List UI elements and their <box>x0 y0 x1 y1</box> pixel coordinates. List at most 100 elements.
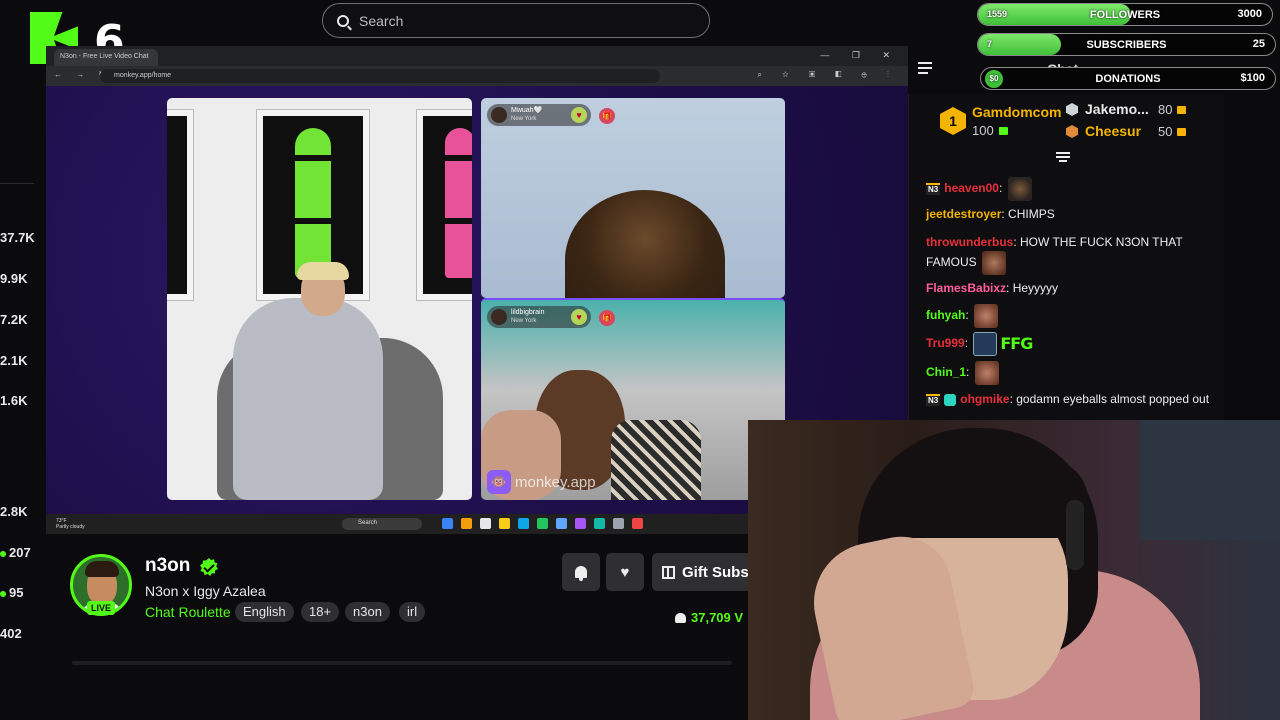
user-location: New York <box>511 318 537 324</box>
gift-icon[interactable]: 🎁 <box>599 310 615 326</box>
stranger-head <box>565 190 725 298</box>
person-bangs <box>878 460 1088 538</box>
live-dot-icon <box>0 550 6 557</box>
n3-badge: N3 <box>926 393 941 406</box>
chat-username[interactable]: jeetdestroyer <box>926 207 1001 221</box>
stream-tag[interactable]: n3on <box>345 602 390 622</box>
chat-username[interactable]: heaven00 <box>944 181 999 195</box>
chat-text: CHIMPS <box>1008 207 1055 221</box>
heart-icon[interactable]: ♥ <box>571 107 587 123</box>
channel-name[interactable]: n3on <box>145 555 190 577</box>
goal-max: 25 <box>1252 38 1265 50</box>
face-emote <box>982 251 1007 275</box>
monkey-emote <box>1007 177 1032 201</box>
bell-icon <box>575 566 587 581</box>
gift-icon[interactable]: 🎁 <box>599 108 615 124</box>
chat-message: N3 heaven00: <box>926 177 1216 201</box>
search-bar[interactable] <box>322 3 710 38</box>
user-location: New York <box>511 116 537 122</box>
chat-username[interactable]: Chin_1 <box>926 365 966 379</box>
chat-username[interactable]: fuhyah <box>926 308 965 322</box>
verified-badge-icon <box>200 558 218 576</box>
rail-divider <box>0 183 34 184</box>
face-emote <box>974 361 999 385</box>
gift-icon <box>998 127 1008 135</box>
rail-viewer-count[interactable]: 2.1K <box>0 353 27 368</box>
user-avatar <box>491 107 507 123</box>
stream-category[interactable]: Chat Roulette <box>145 604 231 620</box>
chat-message: Chin_1: <box>926 361 1216 385</box>
browser-toolbar: ← → ↻ monkey.app/home ⌕ ☆ ▣ ◧ ⊕ ⋮ <box>46 66 908 86</box>
search-icon <box>337 14 349 27</box>
taskbar-search: Search <box>342 518 422 530</box>
gift-subs-label: Gift Subs <box>682 563 749 581</box>
sub-badge-icon <box>944 393 957 406</box>
rail-viewer-count[interactable]: 95 <box>0 585 23 600</box>
stream-tag[interactable]: irl <box>399 602 426 622</box>
user-tag[interactable]: lildbigbrain New York ♥ <box>487 306 591 328</box>
donations-goal-bar: $0 DONATIONS $100 <box>980 67 1276 90</box>
leaderboard-value: 100 <box>972 123 1008 138</box>
taskbar-weather: 73°F Partly cloudy <box>56 518 85 530</box>
follow-button[interactable]: ♥ <box>606 553 644 591</box>
stream-tag[interactable]: English <box>235 602 294 622</box>
rail-viewer-count[interactable]: 7.2K <box>0 312 27 327</box>
user-name: Mwuah🤍 <box>511 107 543 114</box>
viewer-count: 37,709 V <box>675 610 743 625</box>
skeleton-figure <box>295 128 331 278</box>
rail-viewer-count[interactable]: 402 <box>0 626 22 641</box>
page-scrollbar[interactable] <box>72 661 732 665</box>
rail-viewer-count[interactable]: 37.7K <box>0 230 35 245</box>
gift-subs-button[interactable]: Gift Subs <box>652 553 752 591</box>
expand-leaderboard-icon[interactable] <box>1056 152 1072 164</box>
leaderboard-value: 80 <box>1158 102 1187 117</box>
subscribers-goal-bar: 7 SUBSCRIBERS 25 <box>977 33 1276 56</box>
skeleton-figure <box>445 128 472 278</box>
rail-viewer-count[interactable]: 2.8K <box>0 504 27 519</box>
chat-message: throwunderbus: HOW THE FUCK N3ON THAT FA… <box>926 233 1216 275</box>
collapse-chat-icon[interactable] <box>918 62 934 74</box>
facecam-overlay <box>748 420 1280 720</box>
user-tag[interactable]: Mwuah🤍 New York ♥ <box>487 104 591 126</box>
heart-icon: ♥ <box>620 563 630 581</box>
rail-viewer-count[interactable]: 1.6K <box>0 393 27 408</box>
chat-username[interactable]: FlamesBabixz <box>926 281 1006 295</box>
chat-username[interactable]: ohgmike <box>960 392 1009 406</box>
camera-feed-stranger-1: Mwuah🤍 New York ♥ 🎁 <box>481 98 785 298</box>
goal-label: DONATIONS <box>1095 73 1161 85</box>
rail-viewer-count[interactable]: 9.9K <box>0 271 27 286</box>
watermark-text: monkey.app <box>515 473 596 491</box>
browser-url: monkey.app/home <box>100 69 660 83</box>
camera-feed-main <box>167 98 472 500</box>
goal-label: FOLLOWERS <box>1089 9 1161 21</box>
chat-text: Heyyyyy <box>1012 281 1059 295</box>
gift-icon <box>662 565 675 579</box>
notification-button[interactable] <box>562 553 600 591</box>
live-dot-icon <box>0 590 6 597</box>
browser-tab-strip: N3on - Free Live Video Chat — ❐ ✕ <box>46 46 908 66</box>
taskbar-icons <box>442 518 643 529</box>
leaderboard-amount: 100 <box>972 123 994 138</box>
stream-tag[interactable]: 18+ <box>301 602 340 622</box>
live-badge: LIVE <box>87 601 115 615</box>
gang-emote <box>973 332 998 356</box>
streamer-hair <box>297 262 349 280</box>
stranger-clothing <box>611 420 701 500</box>
rail-viewer-count[interactable]: 207 <box>0 545 31 560</box>
headphones-icon <box>1066 500 1084 570</box>
monkey-watermark: 🐵 monkey.app <box>487 470 596 494</box>
heart-icon[interactable]: ♥ <box>571 309 587 325</box>
search-input[interactable] <box>359 12 679 29</box>
weather-desc: Partly cloudy <box>56 524 85 530</box>
window-controls: — ❐ ✕ <box>820 50 900 60</box>
browser-tab: N3on - Free Live Video Chat <box>54 49 158 66</box>
leaderboard-name[interactable]: Jakemo... <box>1085 101 1149 117</box>
chat-username[interactable]: Tru999 <box>926 336 965 350</box>
followers-goal-bar: 1559 FOLLOWERS 3000 <box>977 3 1273 26</box>
leaderboard-amount: 80 <box>1158 102 1173 117</box>
chat-username[interactable]: throwunderbus <box>926 235 1013 249</box>
leaderboard-name[interactable]: Cheesur <box>1085 123 1141 139</box>
leaderboard-name[interactable]: Gamdomcom <box>972 104 1061 120</box>
chat-text: godamn eyeballs almost popped out <box>1016 392 1210 406</box>
n3-badge: N3 <box>926 183 941 195</box>
